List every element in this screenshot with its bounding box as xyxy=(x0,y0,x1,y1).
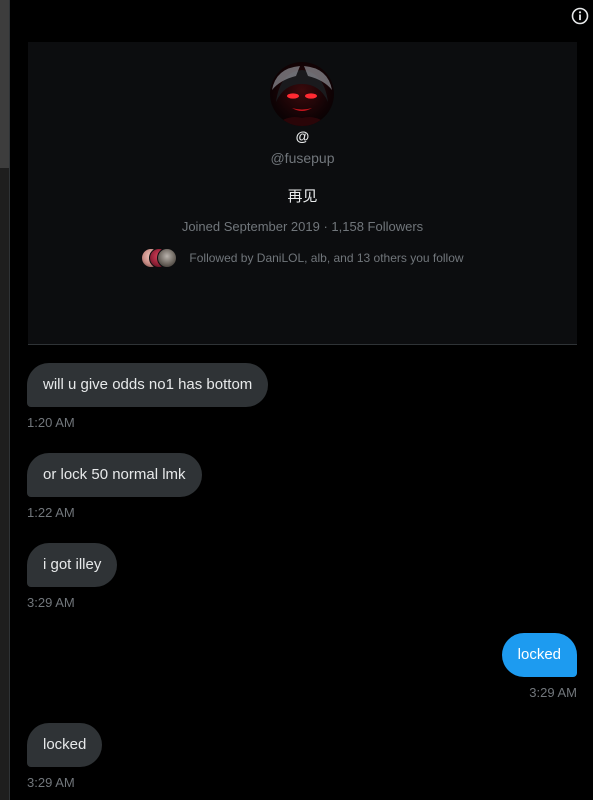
message-timestamp: 3:29 AM xyxy=(529,685,577,700)
avatar[interactable] xyxy=(270,62,334,126)
message-bubble[interactable]: locked xyxy=(27,723,103,767)
follower-avatars xyxy=(141,248,179,268)
scrollbar-thumb[interactable] xyxy=(0,0,9,168)
message-bubble-sent[interactable]: locked xyxy=(501,633,577,677)
message-bubble[interactable]: will u give odds no1 has bottom xyxy=(27,363,269,407)
profile-join-and-followers: Joined September 2019 · 1,158 Followers xyxy=(181,219,424,234)
message-timestamp: 3:29 AM xyxy=(27,595,75,610)
profile-handle[interactable]: @fusepup xyxy=(28,150,577,166)
window-scrollbar[interactable] xyxy=(0,0,9,800)
message-bubble[interactable]: i got illey xyxy=(27,543,118,587)
followed-by-row[interactable]: Followed by DaniLOL, alb, and 13 others … xyxy=(28,248,577,268)
follower-avatar xyxy=(157,248,178,268)
profile-display-name[interactable]: @ xyxy=(28,128,577,144)
panel-divider xyxy=(9,0,10,800)
profile-bio: 再见 xyxy=(287,188,318,205)
profile-card[interactable]: @ @fusepup 再见 Joined September 2019 · 1,… xyxy=(28,42,577,345)
followed-by-text: Followed by DaniLOL, alb, and 13 others … xyxy=(189,251,464,265)
message-timestamp: 3:29 AM xyxy=(27,775,75,790)
message-bubble[interactable]: or lock 50 normal lmk xyxy=(27,453,202,497)
message-timestamp: 1:22 AM xyxy=(27,505,75,520)
message-timestamp: 1:20 AM xyxy=(27,415,75,430)
dm-conversation-window: @ @fusepup 再见 Joined September 2019 · 1,… xyxy=(0,0,593,800)
info-icon[interactable] xyxy=(571,7,589,25)
